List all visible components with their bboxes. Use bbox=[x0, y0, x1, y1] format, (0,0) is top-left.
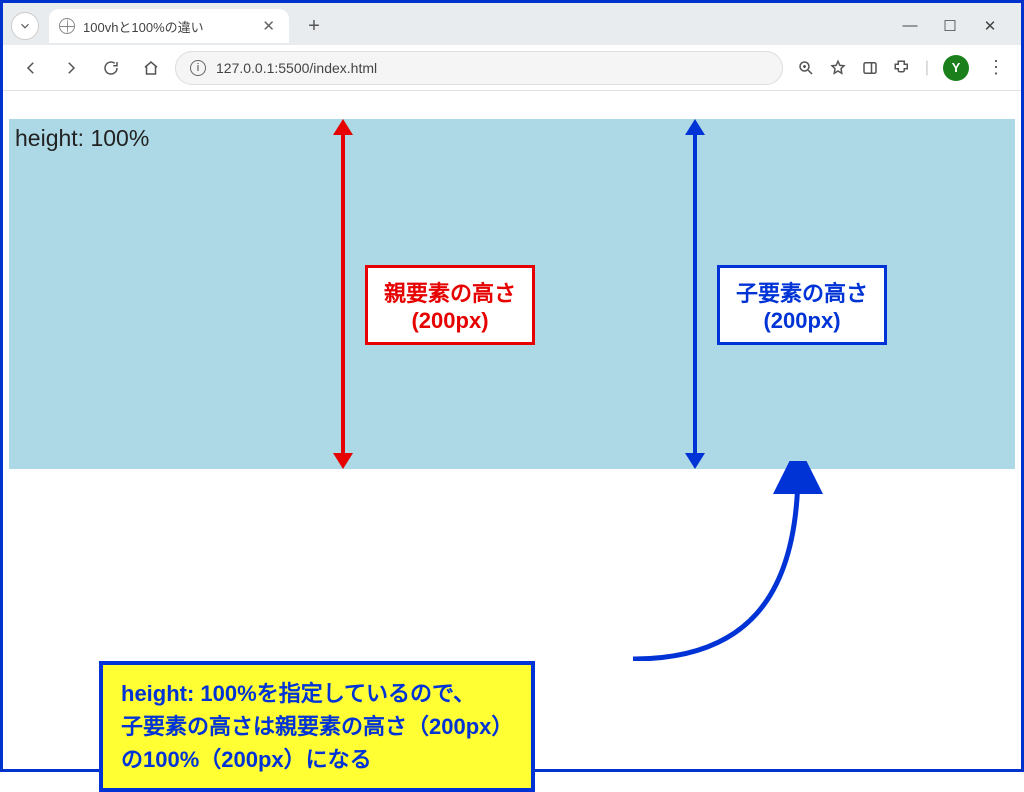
reload-button[interactable] bbox=[95, 52, 127, 84]
chevron-down-icon bbox=[18, 19, 32, 33]
window-maximize-button[interactable]: ☐ bbox=[941, 17, 959, 35]
address-bar[interactable]: i 127.0.0.1:5500/index.html bbox=[175, 51, 783, 85]
browser-tab[interactable]: 100vhと100%の違い ✕ bbox=[49, 9, 289, 43]
globe-icon bbox=[59, 18, 75, 34]
child-height-label: 子要素の高さ (200px) bbox=[717, 265, 887, 345]
window-controls: — ☐ ✕ bbox=[901, 17, 1013, 35]
profile-avatar[interactable]: Y bbox=[943, 55, 969, 81]
explanation-box: height: 100%を指定しているので、 子要素の高さは親要素の高さ（200… bbox=[99, 661, 535, 792]
arrow-left-icon bbox=[22, 59, 40, 77]
bookmark-icon[interactable] bbox=[829, 59, 847, 77]
page-viewport: height: 100% 親要素の高さ (200px) 子要素の高さ (200p… bbox=[3, 91, 1021, 769]
parent-element-box: height: 100% 親要素の高さ (200px) 子要素の高さ (200p… bbox=[9, 119, 1015, 469]
tab-bar: 100vhと100%の違い ✕ + — ☐ ✕ bbox=[3, 3, 1021, 45]
arrow-line bbox=[693, 129, 697, 459]
browser-toolbar: i 127.0.0.1:5500/index.html | Y ⋮ bbox=[3, 45, 1021, 91]
tab-close-button[interactable]: ✕ bbox=[258, 17, 279, 35]
arrow-down-icon bbox=[333, 453, 353, 469]
arrow-right-icon bbox=[62, 59, 80, 77]
forward-button[interactable] bbox=[55, 52, 87, 84]
height-heading: height: 100% bbox=[15, 125, 149, 152]
browser-chrome: 100vhと100%の違い ✕ + — ☐ ✕ i 127.0.0.1:5500… bbox=[3, 3, 1021, 91]
parent-height-label: 親要素の高さ (200px) bbox=[365, 265, 535, 345]
new-tab-button[interactable]: + bbox=[299, 11, 329, 41]
reload-icon bbox=[102, 59, 120, 77]
toolbar-right-icons: | Y ⋮ bbox=[791, 55, 1009, 81]
window-minimize-button[interactable]: — bbox=[901, 17, 919, 35]
zoom-icon[interactable] bbox=[797, 59, 815, 77]
home-button[interactable] bbox=[135, 52, 167, 84]
tab-dropdown-button[interactable] bbox=[11, 12, 39, 40]
menu-button[interactable]: ⋮ bbox=[983, 57, 1009, 78]
panel-icon[interactable] bbox=[861, 59, 879, 77]
arrow-line bbox=[341, 129, 345, 459]
arrow-down-icon bbox=[685, 453, 705, 469]
extensions-icon[interactable] bbox=[893, 59, 911, 77]
home-icon bbox=[142, 59, 160, 77]
url-text: 127.0.0.1:5500/index.html bbox=[216, 60, 377, 76]
explanation-arrow bbox=[593, 461, 843, 661]
info-icon: i bbox=[190, 60, 206, 76]
back-button[interactable] bbox=[15, 52, 47, 84]
tab-title: 100vhと100%の違い bbox=[83, 17, 204, 36]
window-close-button[interactable]: ✕ bbox=[981, 17, 999, 35]
